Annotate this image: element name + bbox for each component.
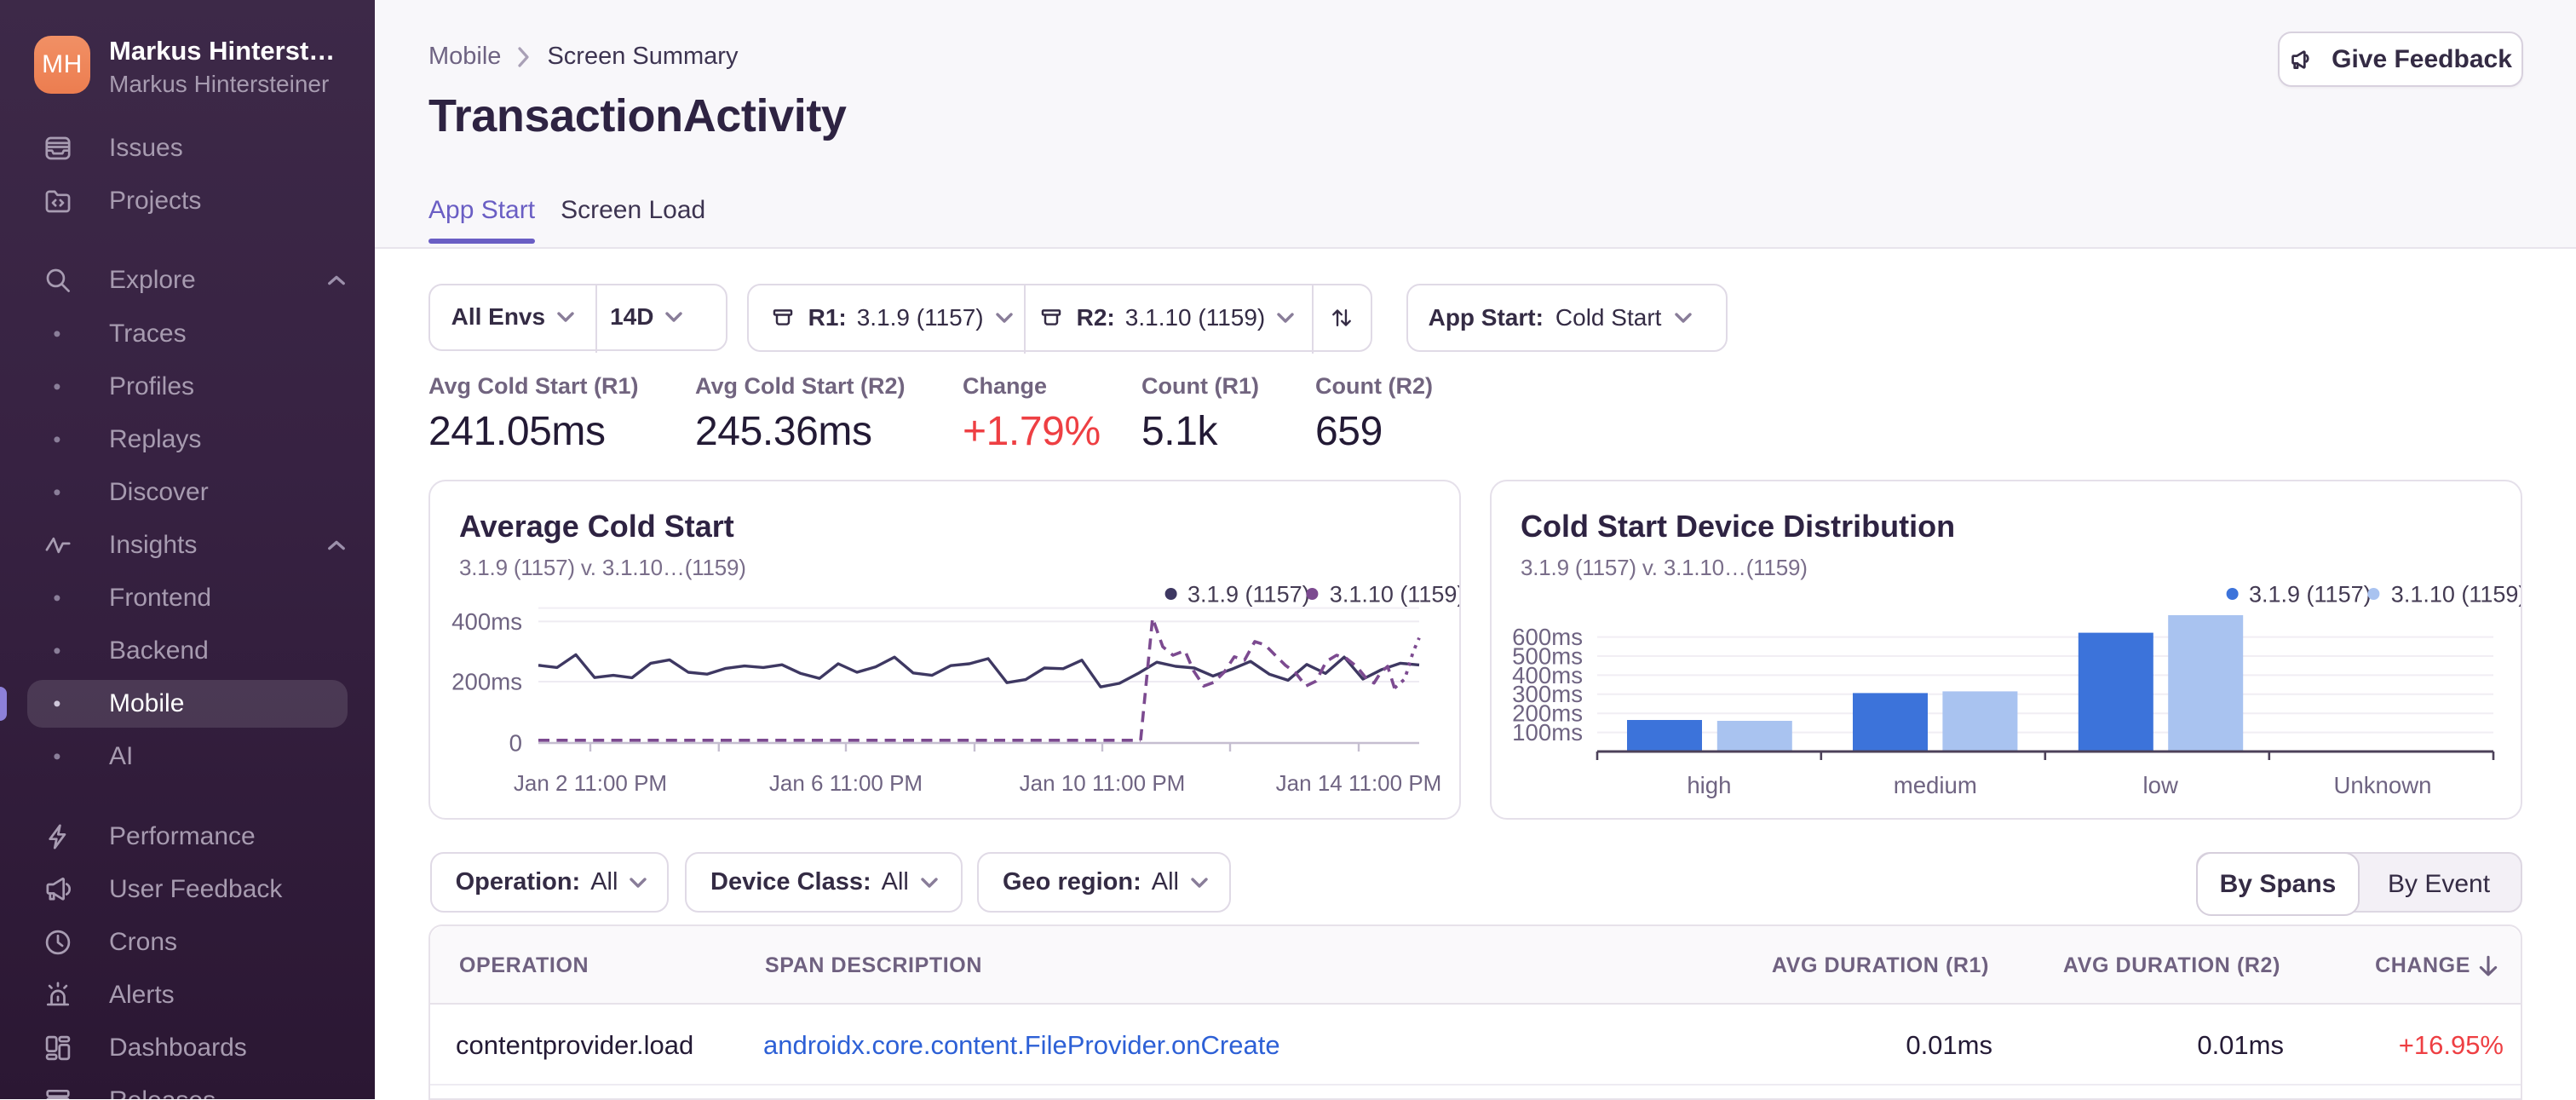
svg-text:Jan 10 11:00 PM: Jan 10 11:00 PM <box>1020 770 1186 796</box>
svg-text:Jan 2 11:00 PM: Jan 2 11:00 PM <box>514 770 667 796</box>
svg-text:medium: medium <box>1894 772 1977 798</box>
svg-text:low: low <box>2142 772 2177 798</box>
svg-text:high: high <box>1687 772 1731 798</box>
svg-text:100ms: 100ms <box>1512 719 1583 746</box>
svg-text:Unknown: Unknown <box>2333 772 2431 798</box>
svg-text:400ms: 400ms <box>451 608 522 635</box>
svg-text:3.1.9 (1157): 3.1.9 (1157) <box>1187 582 1310 608</box>
svg-text:3.1.10 (1159): 3.1.10 (1159) <box>2391 582 2522 608</box>
svg-text:3.1.10 (1159): 3.1.10 (1159) <box>1330 582 1461 608</box>
svg-text:Jan 14 11:00 PM: Jan 14 11:00 PM <box>1276 770 1442 796</box>
svg-text:200ms: 200ms <box>451 669 522 695</box>
svg-text:Jan 6 11:00 PM: Jan 6 11:00 PM <box>769 770 923 796</box>
svg-text:0: 0 <box>509 730 522 757</box>
svg-text:3.1.9 (1157): 3.1.9 (1157) <box>2249 582 2372 608</box>
